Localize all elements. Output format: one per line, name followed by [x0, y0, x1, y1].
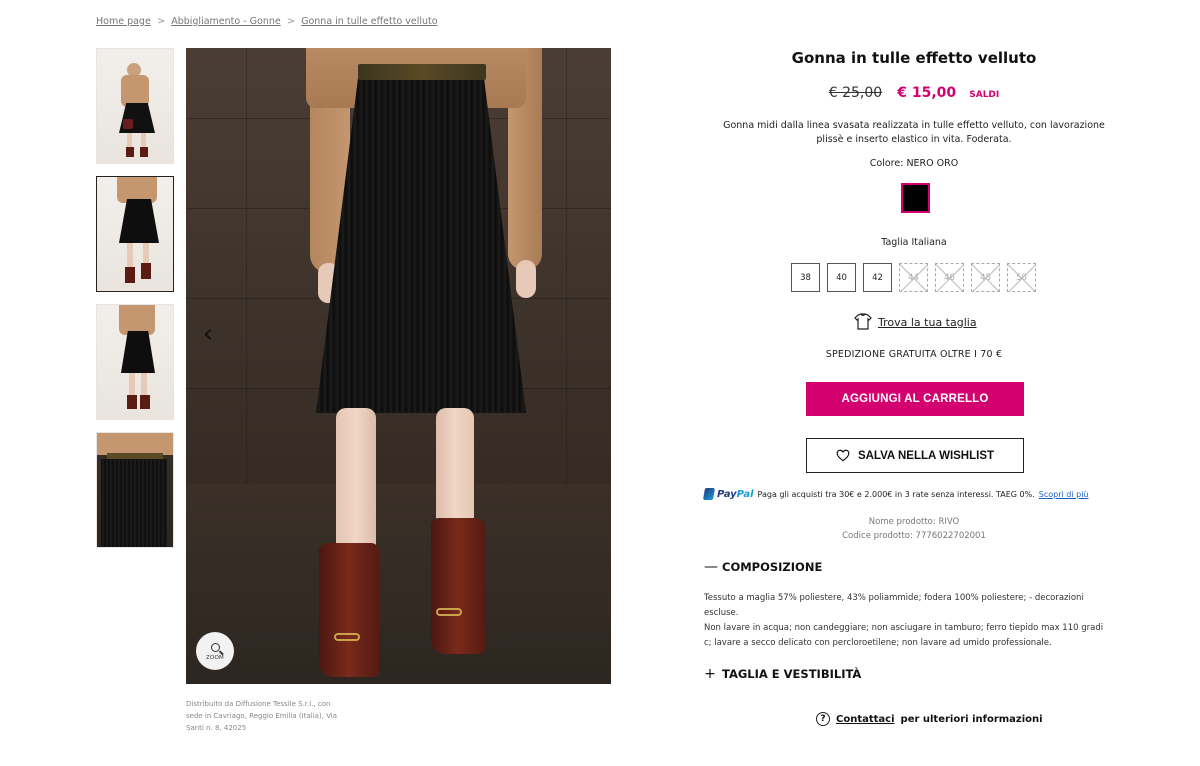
size-option-50-unavailable[interactable]: 50: [1007, 263, 1036, 292]
size-option-38[interactable]: 38: [791, 263, 820, 292]
color-swatch-nero-oro[interactable]: [901, 183, 930, 213]
paypal-text: Paga gli acquisti tra 30€ e 2.000€ in 3 …: [757, 489, 1035, 499]
paypal-banner: Pay Pal Paga gli acquisti tra 30€ e 2.000…: [702, 488, 1089, 500]
size-option-42[interactable]: 42: [863, 263, 892, 292]
product-code: Codice prodotto: 7776022702001: [842, 531, 986, 541]
heart-icon: [836, 449, 850, 462]
find-size-link[interactable]: Trova la tua taglia: [852, 313, 977, 331]
fit-accordion-header[interactable]: + TAGLIA E VESTIBILITÀ: [704, 666, 861, 682]
question-icon: ?: [816, 712, 830, 726]
breadcrumb-category-link[interactable]: Abbigliamento - Gonne: [171, 16, 281, 27]
product-title: Gonna in tulle effetto velluto: [791, 49, 1037, 67]
paypal-learn-more-link[interactable]: Scopri di più: [1039, 490, 1089, 499]
zoom-button[interactable]: ZOOM: [196, 632, 234, 670]
sale-badge: SALDI: [969, 90, 1000, 100]
composition-heading: COMPOSIZIONE: [722, 560, 823, 574]
breadcrumb-home-link[interactable]: Home page: [96, 16, 151, 27]
chevron-left-icon[interactable]: ‹: [196, 320, 220, 348]
paypal-logo: Pay Pal: [702, 488, 754, 500]
paypal-icon: [702, 488, 716, 500]
thumbnail-4[interactable]: [96, 432, 174, 548]
product-main-image[interactable]: ‹ › ZOOM: [186, 48, 611, 684]
thumbnail-list: [96, 48, 174, 560]
old-price: € 25,00: [828, 85, 883, 101]
contact-text: per ulteriori informazioni: [900, 713, 1043, 725]
breadcrumb-separator-icon: >: [156, 16, 166, 27]
breadcrumb-current-link[interactable]: Gonna in tulle effetto velluto: [301, 16, 437, 27]
distributor-info: Distribuito da Diffusione Tessile S.r.l.…: [186, 700, 337, 732]
composition-materials: Tessuto a maglia 57% poliestere, 43% pol…: [704, 593, 1084, 618]
search-icon: [210, 643, 220, 652]
composition-care: Non lavare in acqua; non candeggiare; no…: [704, 623, 1104, 648]
sale-price: € 15,00: [897, 85, 957, 101]
color-label: Colore: NERO ORO: [869, 158, 959, 169]
contact-info: ? Contattaci per ulteriori informazioni: [816, 712, 1043, 726]
wishlist-button[interactable]: SALVA NELLA WISHLIST: [806, 438, 1024, 473]
thumbnail-3[interactable]: [96, 304, 174, 420]
thumbnail-1[interactable]: [96, 48, 174, 164]
price-block: € 25,00 € 15,00 SALDI: [704, 82, 1124, 101]
composition-accordion-header[interactable]: — COMPOSIZIONE: [704, 559, 822, 575]
composition-content: Tessuto a maglia 57% poliestere, 43% pol…: [704, 591, 1108, 651]
size-label: Taglia Italiana: [881, 237, 947, 248]
size-option-46-unavailable[interactable]: 46: [935, 263, 964, 292]
shipping-info: SPEDIZIONE GRATUITA OLTRE I 70 €: [825, 349, 1003, 360]
zoom-label: ZOOM: [206, 655, 224, 661]
add-to-cart-button[interactable]: AGGIUNGI AL CARRELLO: [806, 382, 1024, 416]
size-guide-icon: [854, 313, 872, 330]
size-option-48-unavailable[interactable]: 48: [971, 263, 1000, 292]
size-option-44-unavailable[interactable]: 44: [899, 263, 928, 292]
thumbnail-2[interactable]: [96, 176, 174, 292]
fit-heading: TAGLIA E VESTIBILITÀ: [722, 667, 862, 681]
product-description: Gonna midi dalla linea svasata realizzat…: [723, 120, 1105, 145]
size-selector: 38 40 42 44 46 48 50: [791, 263, 1036, 292]
breadcrumb-separator-icon: >: [286, 16, 296, 27]
breadcrumb: Home page > Abbigliamento - Gonne > Gonn…: [96, 16, 438, 27]
minus-icon: —: [704, 559, 718, 575]
plus-icon: +: [704, 666, 716, 682]
product-name: Nome prodotto: RIVO: [868, 517, 960, 527]
find-size-label: Trova la tua taglia: [878, 315, 977, 329]
contact-link[interactable]: Contattaci: [836, 714, 895, 725]
wishlist-label: SALVA NELLA WISHLIST: [857, 449, 995, 462]
size-option-40[interactable]: 40: [827, 263, 856, 292]
